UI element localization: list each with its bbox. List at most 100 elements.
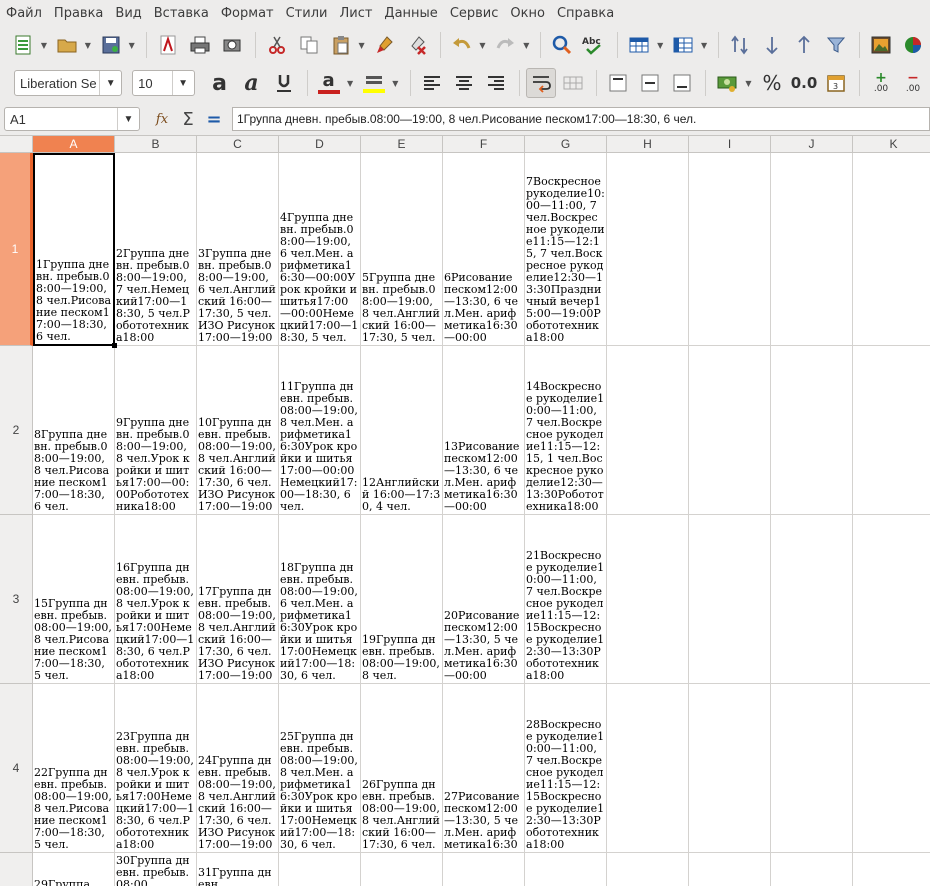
column-header-a[interactable]: A <box>33 136 115 153</box>
column-dropdown-icon[interactable]: ▼ <box>700 30 708 60</box>
paste-icon[interactable] <box>326 30 356 60</box>
add-decimal-icon[interactable]: + .00 <box>866 68 896 98</box>
function-wizard-icon[interactable]: fx <box>150 107 174 131</box>
row-header-2[interactable]: 2 <box>0 346 33 515</box>
cell-f4[interactable]: 27Рисование песком12:00—13:30, 5 чел.Мен… <box>443 684 525 853</box>
row-icon[interactable] <box>624 30 654 60</box>
column-header-d[interactable]: D <box>279 136 361 153</box>
save-icon[interactable] <box>96 30 126 60</box>
cell-j3[interactable] <box>771 515 853 684</box>
row-header-1[interactable]: 1 <box>0 153 33 346</box>
cell-h2[interactable] <box>607 346 689 515</box>
redo-icon[interactable] <box>490 30 520 60</box>
name-box-dropdown-icon[interactable]: ▼ <box>117 108 139 130</box>
sort-icon[interactable] <box>725 30 755 60</box>
align-right-icon[interactable] <box>481 68 511 98</box>
cell-c1[interactable]: 3Группа дневн. пребыв.08:00—19:00, 6 чел… <box>197 153 279 346</box>
fill-handle[interactable] <box>112 343 117 348</box>
highlight-color-dropdown-icon[interactable]: ▼ <box>391 68 400 98</box>
italic-icon[interactable]: a <box>237 68 267 98</box>
menu-item[interactable]: Окно <box>504 0 551 27</box>
cell-i1[interactable] <box>689 153 771 346</box>
column-icon[interactable] <box>668 30 698 60</box>
currency-dropdown-icon[interactable]: ▼ <box>744 68 753 98</box>
sort-descending-icon[interactable] <box>789 30 819 60</box>
cell-b4[interactable]: 23Группа дневн. пребыв.08:00—19:00, 8 че… <box>115 684 197 853</box>
cell-f5[interactable] <box>443 853 525 886</box>
column-header-e[interactable]: E <box>361 136 443 153</box>
menu-item[interactable]: Вид <box>109 0 147 27</box>
autofilter-icon[interactable] <box>821 30 851 60</box>
row-dropdown-icon[interactable]: ▼ <box>656 30 664 60</box>
highlight-color-icon[interactable] <box>359 68 389 98</box>
percent-format-icon[interactable]: % <box>757 68 787 98</box>
cell-b1[interactable]: 2Группа дневн. пребыв.08:00—19:00, 7 чел… <box>115 153 197 346</box>
underline-icon[interactable] <box>269 68 299 98</box>
name-box[interactable]: A1 ▼ <box>4 107 140 131</box>
font-size-combo[interactable]: 10 ▼ <box>132 70 195 96</box>
align-middle-icon[interactable] <box>635 68 665 98</box>
cell-k4[interactable] <box>853 684 930 853</box>
currency-format-icon[interactable] <box>712 68 742 98</box>
column-header-j[interactable]: J <box>771 136 853 153</box>
row-header-4[interactable]: 4 <box>0 684 33 853</box>
cell-b2[interactable]: 9Группа дневн. пребыв.08:00—19:00, 8 чел… <box>115 346 197 515</box>
cell-e1[interactable]: 5Группа дневн. пребыв.08:00—19:00, 8 чел… <box>361 153 443 346</box>
undo-dropdown-icon[interactable]: ▼ <box>479 30 487 60</box>
insert-image-icon[interactable] <box>866 30 896 60</box>
font-color-dropdown-icon[interactable]: ▼ <box>346 68 355 98</box>
cell-k3[interactable] <box>853 515 930 684</box>
cell-c5[interactable]: 31Группа дневн. <box>197 853 279 886</box>
cell-a5[interactable]: 29Группа <box>33 853 115 886</box>
paste-dropdown-icon[interactable]: ▼ <box>358 30 366 60</box>
new-spreadsheet-icon[interactable] <box>8 30 38 60</box>
cell-a3[interactable]: 15Группа дневн. пребыв.08:00—19:00, 8 че… <box>33 515 115 684</box>
cell-g4[interactable]: 28Воскресное рукоделие10:00—11:00, 7 чел… <box>525 684 607 853</box>
cell-g1[interactable]: 7Воскресное рукоделие10:00—11:00, 7 чел.… <box>525 153 607 346</box>
number-format-icon[interactable]: 0.0 <box>789 68 819 98</box>
merge-cells-icon[interactable] <box>558 68 588 98</box>
menu-item[interactable]: Формат <box>215 0 280 27</box>
cell-h4[interactable] <box>607 684 689 853</box>
save-dropdown-icon[interactable]: ▼ <box>128 30 136 60</box>
font-size-dropdown-icon[interactable]: ▼ <box>171 71 194 95</box>
menu-item[interactable]: Стили <box>280 0 334 27</box>
align-center-icon[interactable] <box>449 68 479 98</box>
cell-i2[interactable] <box>689 346 771 515</box>
cell-c3[interactable]: 17Группа дневн. пребыв.08:00—19:00, 8 че… <box>197 515 279 684</box>
column-header-c[interactable]: C <box>197 136 279 153</box>
open-folder-icon[interactable] <box>52 30 82 60</box>
cell-b5[interactable]: 30Группа дневн. пребыв.08:00 <box>115 853 197 886</box>
formula-input[interactable]: 1Группа дневн. пребыв.08:00—19:00, 8 чел… <box>232 107 930 131</box>
cell-a2[interactable]: 8Группа дневн. пребыв.08:00—19:00, 8 чел… <box>33 346 115 515</box>
column-header-g[interactable]: G <box>525 136 607 153</box>
cell-a1[interactable]: 1Группа дневн. пребыв.08:00—19:00, 8 чел… <box>33 153 115 346</box>
cut-icon[interactable] <box>262 30 292 60</box>
cell-e2[interactable]: 12Английский 16:00—17:30, 4 чел. <box>361 346 443 515</box>
wrap-text-icon[interactable] <box>525 68 556 98</box>
cell-e5[interactable] <box>361 853 443 886</box>
cell-d4[interactable]: 25Группа дневн. пребыв.08:00—19:00, 8 че… <box>279 684 361 853</box>
cell-g3[interactable]: 21Воскресное рукоделие10:00—11:00, 7 чел… <box>525 515 607 684</box>
column-header-k[interactable]: K <box>853 136 930 153</box>
font-name-dropdown-icon[interactable]: ▼ <box>99 71 121 95</box>
menu-item[interactable]: Сервис <box>444 0 505 27</box>
cell-k5[interactable] <box>853 853 930 886</box>
bold-icon[interactable]: a <box>205 68 235 98</box>
column-header-i[interactable]: I <box>689 136 771 153</box>
cell-k1[interactable] <box>853 153 930 346</box>
menu-item[interactable]: Файл <box>0 0 48 27</box>
sort-ascending-icon[interactable] <box>757 30 787 60</box>
column-header-b[interactable]: B <box>115 136 197 153</box>
font-name-combo[interactable]: Liberation Se ▼ <box>14 70 123 96</box>
cell-j1[interactable] <box>771 153 853 346</box>
date-format-icon[interactable]: 3 <box>821 68 851 98</box>
cell-b3[interactable]: 16Группа дневн. пребыв.08:00—19:00, 8 че… <box>115 515 197 684</box>
redo-dropdown-icon[interactable]: ▼ <box>522 30 530 60</box>
cell-g2[interactable]: 14Воскресное рукоделие10:00—11:00, 7 чел… <box>525 346 607 515</box>
clone-formatting-icon[interactable] <box>370 30 400 60</box>
cell-j2[interactable] <box>771 346 853 515</box>
cell-k2[interactable] <box>853 346 930 515</box>
cell-h3[interactable] <box>607 515 689 684</box>
menu-item[interactable]: Правка <box>48 0 109 27</box>
